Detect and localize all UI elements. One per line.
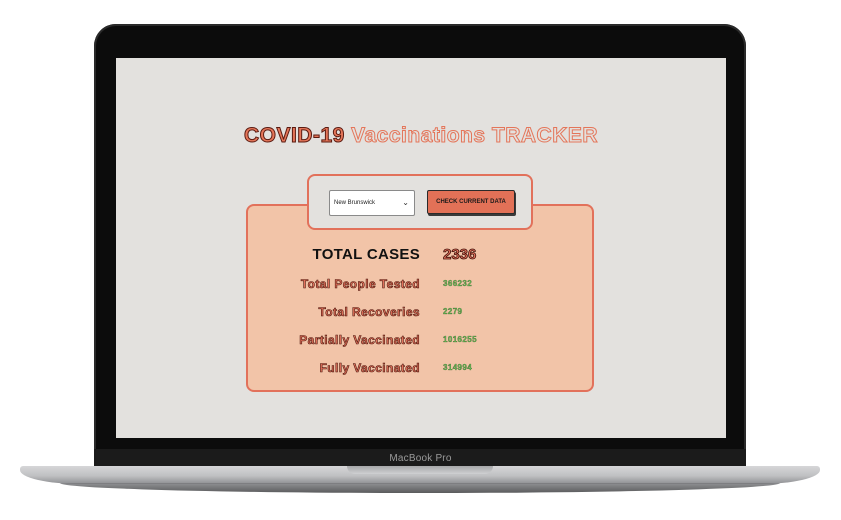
province-select-value: New Brunswick <box>334 200 376 206</box>
total-people-tested-value: 366232 <box>443 279 473 288</box>
laptop-base-shadow <box>60 483 780 493</box>
total-people-tested-label: Total People Tested <box>300 277 420 292</box>
title-covid: COVID-19 <box>243 124 345 148</box>
partially-vaccinated-value: 1016255 <box>443 335 477 344</box>
fully-vaccinated-value: 314994 <box>443 363 473 372</box>
screen: COVID-19 Vaccinations TRACKER New Brunsw… <box>116 58 726 438</box>
controls-panel: New Brunswick ⌄ CHECK CURRENT DATA <box>307 174 533 230</box>
total-cases-value: 2336 <box>443 246 477 264</box>
partially-vaccinated-label: Partially Vaccinated <box>299 333 420 348</box>
laptop-notch <box>347 466 493 474</box>
check-current-data-button[interactable]: CHECK CURRENT DATA <box>427 190 515 214</box>
province-select[interactable]: New Brunswick ⌄ <box>329 190 415 216</box>
total-recoveries-value: 2279 <box>443 307 463 316</box>
total-cases-label: TOTAL CASES <box>312 246 420 263</box>
stats-card <box>246 204 594 392</box>
chevron-down-icon: ⌄ <box>402 198 409 207</box>
laptop-mockup: COVID-19 Vaccinations TRACKER New Brunsw… <box>0 0 841 520</box>
fully-vaccinated-label: Fully Vaccinated <box>319 361 420 376</box>
total-recoveries-label: Total Recoveries <box>318 305 420 320</box>
title-vaccinations-tracker: Vaccinations TRACKER <box>351 124 599 148</box>
device-brand-label: MacBook Pro <box>389 453 452 464</box>
page-title: COVID-19 Vaccinations TRACKER <box>116 124 726 148</box>
